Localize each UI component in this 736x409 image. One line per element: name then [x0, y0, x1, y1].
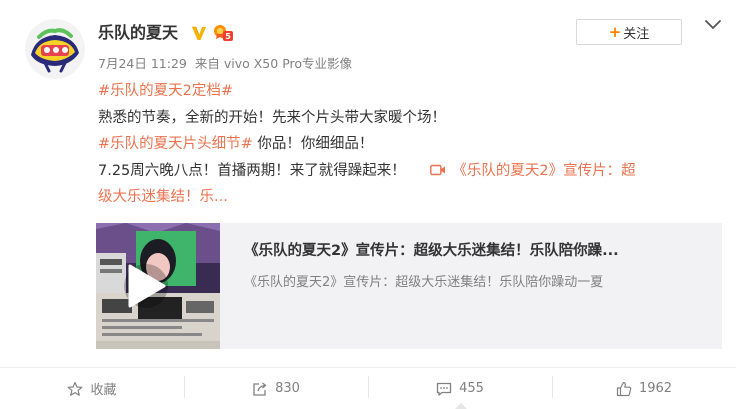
video-link-continued[interactable]: 级大乐迷集结！乐...: [98, 189, 228, 205]
post-content: #乐队的夏天2定档# 熟悉的节奏，全新的开始！先来个片头带大家暖个场！ #乐队的…: [98, 78, 724, 211]
source-prefix: 来自: [194, 56, 220, 71]
star-icon: [68, 381, 83, 396]
content-line: #乐队的夏天片头细节# 你品！你细细品！: [98, 131, 724, 158]
content-text: 7.25周六晚八点！首播两期！来了就得躁起来！: [98, 162, 406, 179]
chevron-down-icon[interactable]: [704, 18, 722, 32]
video-link[interactable]: 《乐队的夏天2》宣传片：超: [452, 163, 635, 179]
svg-text:5: 5: [225, 32, 231, 41]
thumbs-up-icon: [616, 381, 632, 396]
hashtag-link[interactable]: #乐队的夏天2定档#: [98, 83, 233, 99]
vip-level-icon[interactable]: 5: [212, 23, 234, 43]
repost-count: 830: [275, 381, 300, 396]
comment-icon: [436, 382, 452, 396]
action-bar: 收藏 830 455 1962: [0, 367, 736, 409]
content-line: 熟悉的节奏，全新的开始！先来个片头带大家暖个场！: [98, 105, 724, 132]
like-count: 1962: [638, 381, 673, 396]
content-text: 熟悉的节奏，全新的开始！先来个片头带大家暖个场！: [98, 109, 446, 126]
play-icon[interactable]: [126, 264, 166, 308]
follow-label: 关注: [623, 26, 650, 42]
band-summer-logo-icon: [25, 19, 85, 79]
avatar[interactable]: [25, 19, 85, 79]
hashtag-link[interactable]: #乐队的夏天片头细节#: [98, 136, 253, 152]
video-camera-icon: [430, 164, 446, 175]
favorite-label: 收藏: [90, 383, 117, 398]
content-line: 7.25周六晚八点！首播两期！来了就得躁起来！ 《乐队的夏天2》宣传片：超: [98, 158, 724, 185]
repost-button[interactable]: 830: [184, 368, 368, 409]
media-title[interactable]: 《乐队的夏天2》宣传片：超级大乐迷集结！乐队陪你躁...: [244, 239, 706, 260]
content-line: 级大乐迷集结！乐...: [98, 184, 724, 211]
comment-count: 455: [459, 381, 484, 396]
weibo-post-card: 乐队的夏天 5 + 关注 7月24日 11:29 来自 vivo X50 Pro专…: [0, 0, 736, 409]
post-source[interactable]: vivo X50 Pro专业影像: [224, 56, 352, 71]
username[interactable]: 乐队的夏天: [98, 22, 178, 44]
favorite-button[interactable]: 收藏: [0, 368, 184, 409]
comment-button[interactable]: 455: [368, 368, 552, 409]
post-meta: 7月24日 11:29 来自 vivo X50 Pro专业影像: [98, 55, 356, 73]
verified-v-icon: [192, 26, 206, 40]
media-description: 《乐队的夏天2》宣传片：超级大乐迷集结！乐队陪你躁动一夏: [244, 275, 604, 290]
content-line: #乐队的夏天2定档#: [98, 78, 724, 105]
repost-icon: [253, 382, 267, 396]
video-media-card[interactable]: 《乐队的夏天2》宣传片：超级大乐迷集结！乐队陪你躁... 《乐队的夏天2》宣传片…: [96, 223, 722, 349]
video-thumbnail[interactable]: [96, 223, 220, 349]
plus-icon: +: [608, 22, 622, 41]
post-timestamp[interactable]: 7月24日 11:29: [98, 56, 187, 71]
like-button[interactable]: 1962: [552, 368, 736, 409]
content-text: 你品！你细细品！: [252, 136, 374, 152]
follow-button[interactable]: + 关注: [576, 19, 682, 45]
